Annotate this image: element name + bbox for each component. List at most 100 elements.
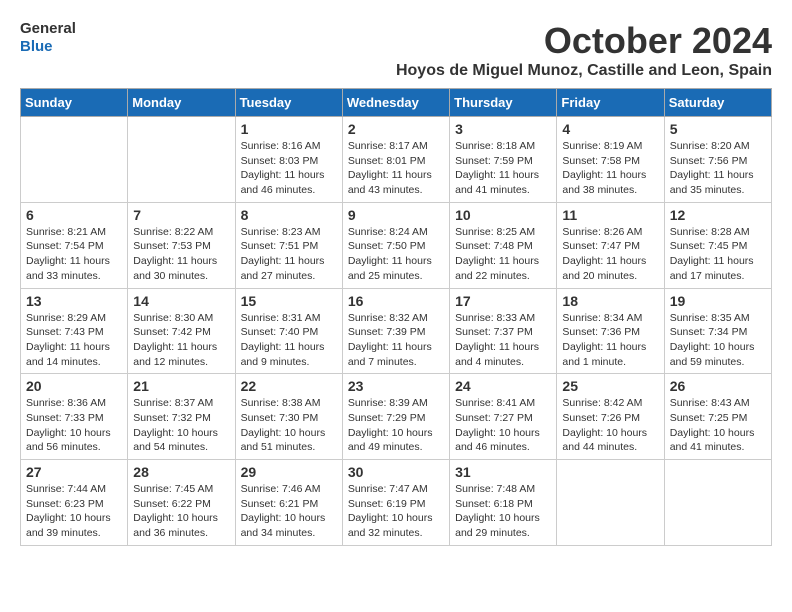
month-title: October 2024	[396, 20, 772, 62]
day-info: Sunrise: 8:16 AM Sunset: 8:03 PM Dayligh…	[241, 139, 337, 198]
calendar-cell: 21 Sunrise: 8:37 AM Sunset: 7:32 PM Dayli…	[128, 374, 235, 460]
day-info: Sunrise: 8:30 AM Sunset: 7:42 PM Dayligh…	[133, 311, 229, 370]
day-info: Sunrise: 8:37 AM Sunset: 7:32 PM Dayligh…	[133, 396, 229, 455]
calendar-week-row: 13Sunrise: 8:29 AM Sunset: 7:43 PM Dayli…	[21, 288, 772, 374]
calendar-cell: 30 Sunrise: 7:47 AM Sunset: 6:19 PM Dayli…	[342, 460, 449, 546]
day-info: Sunrise: 8:20 AM Sunset: 7:56 PM Dayligh…	[670, 139, 766, 198]
day-info: Sunrise: 8:38 AM Sunset: 7:30 PM Dayligh…	[241, 396, 337, 455]
day-number: 9	[348, 207, 444, 223]
calendar-cell: 4 Sunrise: 8:19 AM Sunset: 7:58 PM Daylig…	[557, 117, 664, 203]
day-info: Sunrise: 8:32 AM Sunset: 7:39 PM Dayligh…	[348, 311, 444, 370]
day-number: 29	[241, 464, 337, 480]
day-number: 5	[670, 121, 766, 137]
calendar-cell: 26Sunrise: 8:43 AM Sunset: 7:25 PM Dayli…	[664, 374, 771, 460]
day-number: 14	[133, 293, 229, 309]
calendar-cell: 29 Sunrise: 7:46 AM Sunset: 6:21 PM Dayli…	[235, 460, 342, 546]
calendar-cell: 24 Sunrise: 8:41 AM Sunset: 7:27 PM Dayli…	[450, 374, 557, 460]
logo-line1: General	[20, 20, 76, 38]
weekday-header-friday: Friday	[557, 89, 664, 117]
calendar-cell: 20Sunrise: 8:36 AM Sunset: 7:33 PM Dayli…	[21, 374, 128, 460]
day-number: 21	[133, 378, 229, 394]
day-info: Sunrise: 8:34 AM Sunset: 7:36 PM Dayligh…	[562, 311, 658, 370]
day-number: 19	[670, 293, 766, 309]
title-block: October 2024 Hoyos de Miguel Munoz, Cast…	[396, 20, 772, 80]
day-number: 2	[348, 121, 444, 137]
calendar-cell: 23 Sunrise: 8:39 AM Sunset: 7:29 PM Dayli…	[342, 374, 449, 460]
day-number: 10	[455, 207, 551, 223]
day-info: Sunrise: 8:29 AM Sunset: 7:43 PM Dayligh…	[26, 311, 122, 370]
calendar-cell: 31 Sunrise: 7:48 AM Sunset: 6:18 PM Dayli…	[450, 460, 557, 546]
day-number: 7	[133, 207, 229, 223]
weekday-header-sunday: Sunday	[21, 89, 128, 117]
calendar-cell: 13Sunrise: 8:29 AM Sunset: 7:43 PM Dayli…	[21, 288, 128, 374]
calendar-cell: 28 Sunrise: 7:45 AM Sunset: 6:22 PM Dayli…	[128, 460, 235, 546]
calendar-cell: 14 Sunrise: 8:30 AM Sunset: 7:42 PM Dayli…	[128, 288, 235, 374]
calendar-week-row: 27 Sunrise: 7:44 AM Sunset: 6:23 PM Dayli…	[21, 460, 772, 546]
day-info: Sunrise: 8:22 AM Sunset: 7:53 PM Dayligh…	[133, 225, 229, 284]
day-info: Sunrise: 7:48 AM Sunset: 6:18 PM Dayligh…	[455, 482, 551, 541]
logo-line2: Blue	[20, 38, 76, 56]
weekday-header-row: SundayMondayTuesdayWednesdayThursdayFrid…	[21, 89, 772, 117]
calendar-cell: 18Sunrise: 8:34 AM Sunset: 7:36 PM Dayli…	[557, 288, 664, 374]
calendar-week-row: 1 Sunrise: 8:16 AM Sunset: 8:03 PM Daylig…	[21, 117, 772, 203]
calendar-cell: 8 Sunrise: 8:23 AM Sunset: 7:51 PM Daylig…	[235, 202, 342, 288]
day-info: Sunrise: 8:41 AM Sunset: 7:27 PM Dayligh…	[455, 396, 551, 455]
calendar-cell: 22 Sunrise: 8:38 AM Sunset: 7:30 PM Dayli…	[235, 374, 342, 460]
day-info: Sunrise: 8:23 AM Sunset: 7:51 PM Dayligh…	[241, 225, 337, 284]
calendar-cell: 5 Sunrise: 8:20 AM Sunset: 7:56 PM Daylig…	[664, 117, 771, 203]
day-info: Sunrise: 8:42 AM Sunset: 7:26 PM Dayligh…	[562, 396, 658, 455]
day-info: Sunrise: 8:35 AM Sunset: 7:34 PM Dayligh…	[670, 311, 766, 370]
day-info: Sunrise: 8:21 AM Sunset: 7:54 PM Dayligh…	[26, 225, 122, 284]
day-number: 16	[348, 293, 444, 309]
day-number: 11	[562, 207, 658, 223]
day-number: 24	[455, 378, 551, 394]
day-number: 23	[348, 378, 444, 394]
calendar-cell: 7 Sunrise: 8:22 AM Sunset: 7:53 PM Daylig…	[128, 202, 235, 288]
calendar-cell: 11 Sunrise: 8:26 AM Sunset: 7:47 PM Dayli…	[557, 202, 664, 288]
calendar-cell	[128, 117, 235, 203]
calendar-week-row: 6 Sunrise: 8:21 AM Sunset: 7:54 PM Daylig…	[21, 202, 772, 288]
day-number: 1	[241, 121, 337, 137]
day-number: 12	[670, 207, 766, 223]
day-info: Sunrise: 7:45 AM Sunset: 6:22 PM Dayligh…	[133, 482, 229, 541]
day-number: 4	[562, 121, 658, 137]
day-info: Sunrise: 8:17 AM Sunset: 8:01 PM Dayligh…	[348, 139, 444, 198]
weekday-header-tuesday: Tuesday	[235, 89, 342, 117]
day-number: 30	[348, 464, 444, 480]
day-info: Sunrise: 7:47 AM Sunset: 6:19 PM Dayligh…	[348, 482, 444, 541]
calendar-cell: 16 Sunrise: 8:32 AM Sunset: 7:39 PM Dayli…	[342, 288, 449, 374]
day-info: Sunrise: 8:33 AM Sunset: 7:37 PM Dayligh…	[455, 311, 551, 370]
day-number: 28	[133, 464, 229, 480]
day-number: 31	[455, 464, 551, 480]
day-info: Sunrise: 8:25 AM Sunset: 7:48 PM Dayligh…	[455, 225, 551, 284]
day-info: Sunrise: 8:18 AM Sunset: 7:59 PM Dayligh…	[455, 139, 551, 198]
calendar-cell: 15Sunrise: 8:31 AM Sunset: 7:40 PM Dayli…	[235, 288, 342, 374]
weekday-header-thursday: Thursday	[450, 89, 557, 117]
calendar-cell: 10 Sunrise: 8:25 AM Sunset: 7:48 PM Dayli…	[450, 202, 557, 288]
day-number: 15	[241, 293, 337, 309]
day-number: 26	[670, 378, 766, 394]
calendar-cell: 17Sunrise: 8:33 AM Sunset: 7:37 PM Dayli…	[450, 288, 557, 374]
day-info: Sunrise: 8:19 AM Sunset: 7:58 PM Dayligh…	[562, 139, 658, 198]
day-info: Sunrise: 7:44 AM Sunset: 6:23 PM Dayligh…	[26, 482, 122, 541]
calendar-cell	[557, 460, 664, 546]
day-number: 22	[241, 378, 337, 394]
calendar-cell: 25Sunrise: 8:42 AM Sunset: 7:26 PM Dayli…	[557, 374, 664, 460]
day-info: Sunrise: 8:26 AM Sunset: 7:47 PM Dayligh…	[562, 225, 658, 284]
day-info: Sunrise: 8:39 AM Sunset: 7:29 PM Dayligh…	[348, 396, 444, 455]
day-number: 6	[26, 207, 122, 223]
calendar-table: SundayMondayTuesdayWednesdayThursdayFrid…	[20, 88, 772, 546]
calendar-cell: 27 Sunrise: 7:44 AM Sunset: 6:23 PM Dayli…	[21, 460, 128, 546]
calendar-cell: 3 Sunrise: 8:18 AM Sunset: 7:59 PM Daylig…	[450, 117, 557, 203]
page-header: General Blue October 2024 Hoyos de Migue…	[20, 20, 772, 80]
calendar-cell: 6 Sunrise: 8:21 AM Sunset: 7:54 PM Daylig…	[21, 202, 128, 288]
day-number: 3	[455, 121, 551, 137]
calendar-cell: 1 Sunrise: 8:16 AM Sunset: 8:03 PM Daylig…	[235, 117, 342, 203]
calendar-cell: 12Sunrise: 8:28 AM Sunset: 7:45 PM Dayli…	[664, 202, 771, 288]
day-number: 8	[241, 207, 337, 223]
calendar-week-row: 20Sunrise: 8:36 AM Sunset: 7:33 PM Dayli…	[21, 374, 772, 460]
day-number: 27	[26, 464, 122, 480]
weekday-header-saturday: Saturday	[664, 89, 771, 117]
day-info: Sunrise: 7:46 AM Sunset: 6:21 PM Dayligh…	[241, 482, 337, 541]
day-info: Sunrise: 8:36 AM Sunset: 7:33 PM Dayligh…	[26, 396, 122, 455]
